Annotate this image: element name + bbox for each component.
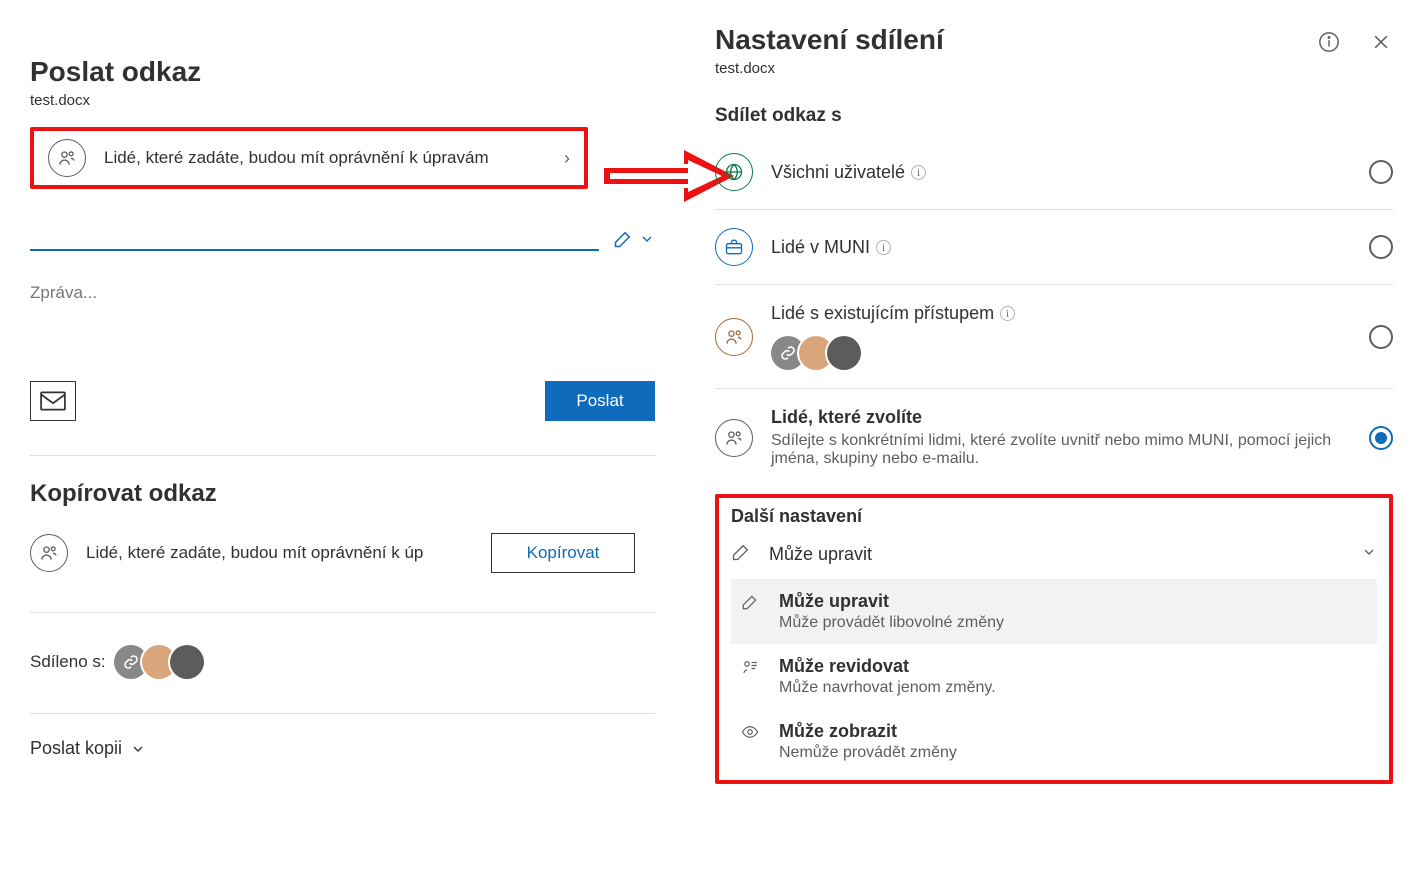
send-button[interactable]: Poslat (545, 381, 655, 421)
permission-dropdown: Může upravit Může provádět libovolné změ… (731, 579, 1377, 774)
copy-link-title: Kopírovat odkaz (30, 480, 655, 508)
more-settings-heading: Další nastavení (731, 506, 1377, 527)
existing-avatars (771, 336, 1351, 370)
perm-description: Může provádět libovolné změny (779, 614, 1004, 632)
option-label: Lidé v MUNI (771, 237, 870, 258)
perm-description: Může navrhovat jenom změny. (779, 679, 996, 697)
chevron-down-icon (1361, 544, 1377, 565)
option-label: Lidé, které zvolíte (771, 407, 1351, 428)
chevron-down-icon (639, 231, 655, 247)
perm-option-edit[interactable]: Může upravit Může provádět libovolné změ… (731, 579, 1377, 644)
send-copy-label: Poslat kopii (30, 738, 122, 759)
info-icon: i (876, 240, 891, 255)
avatar (827, 336, 861, 370)
send-link-panel: Poslat odkaz test.docx Lidé, které zadát… (0, 0, 685, 881)
perm-title: Může upravit (779, 591, 1004, 612)
more-settings-box: Další nastavení Může upravit Může upravi… (715, 494, 1393, 784)
people-input[interactable] (30, 221, 599, 251)
filename: test.docx (30, 92, 655, 109)
selected-permission: Může upravit (769, 544, 872, 565)
briefcase-icon (715, 228, 753, 266)
radio[interactable] (1369, 426, 1393, 450)
pencil-icon (731, 542, 751, 567)
send-copy-expander[interactable]: Poslat kopii (30, 738, 655, 759)
filename: test.docx (715, 60, 1393, 77)
message-input[interactable]: Zpráva... (30, 283, 655, 303)
option-org[interactable]: Lidé v MUNI i (715, 210, 1393, 285)
permission-summary-text: Lidé, které zadáte, budou mít oprávnění … (104, 148, 489, 168)
shared-with-label: Sdíleno s: (30, 652, 106, 672)
mail-icon[interactable] (30, 381, 76, 421)
radio[interactable] (1369, 235, 1393, 259)
people-icon (715, 318, 753, 356)
option-specific[interactable]: Lidé, které zvolíte Sdílejte s konkrétní… (715, 389, 1393, 486)
option-anyone[interactable]: Všichni uživatelé i (715, 135, 1393, 210)
globe-icon (715, 153, 753, 191)
permission-select[interactable]: Může upravit (731, 533, 1377, 575)
option-existing[interactable]: Lidé s existujícím přístupem i (715, 285, 1393, 389)
info-icon: i (1000, 306, 1015, 321)
option-description: Sdílejte s konkrétními lidmi, které zvol… (771, 432, 1351, 468)
permission-summary-row[interactable]: Lidé, které zadáte, budou mít oprávnění … (30, 127, 588, 189)
option-label: Všichni uživatelé (771, 162, 905, 183)
radio[interactable] (1369, 160, 1393, 184)
perm-title: Může revidovat (779, 656, 996, 677)
pencil-icon (739, 593, 761, 611)
people-icon (48, 139, 86, 177)
info-icon[interactable] (1317, 30, 1341, 54)
perm-option-view[interactable]: Může zobrazit Nemůže provádět změny (731, 709, 1377, 774)
share-with-heading: Sdílet odkaz s (715, 105, 1393, 127)
people-icon (30, 534, 68, 572)
people-icon (715, 419, 753, 457)
eye-icon (739, 723, 761, 741)
chevron-right-icon: › (564, 148, 570, 169)
perm-title: Může zobrazit (779, 721, 957, 742)
option-label: Lidé s existujícím přístupem (771, 303, 994, 324)
review-icon (739, 658, 761, 676)
sharing-settings-panel: Nastavení sdílení test.docx Sdílet odkaz… (685, 0, 1423, 881)
perm-option-review[interactable]: Může revidovat Může navrhovat jenom změn… (731, 644, 1377, 709)
shared-avatars[interactable] (114, 645, 204, 679)
copy-button[interactable]: Kopírovat (491, 533, 635, 573)
perm-description: Nemůže provádět změny (779, 744, 957, 762)
settings-title: Nastavení sdílení (715, 24, 944, 56)
edit-permission-toggle[interactable] (613, 229, 655, 251)
page-title: Poslat odkaz (30, 56, 655, 88)
divider (30, 455, 655, 456)
chevron-down-icon (130, 741, 146, 757)
info-icon: i (911, 165, 926, 180)
copy-summary-text: Lidé, které zadáte, budou mít oprávnění … (86, 543, 473, 563)
radio[interactable] (1369, 325, 1393, 349)
close-icon[interactable] (1369, 30, 1393, 54)
pencil-icon (613, 229, 633, 249)
avatar (170, 645, 204, 679)
